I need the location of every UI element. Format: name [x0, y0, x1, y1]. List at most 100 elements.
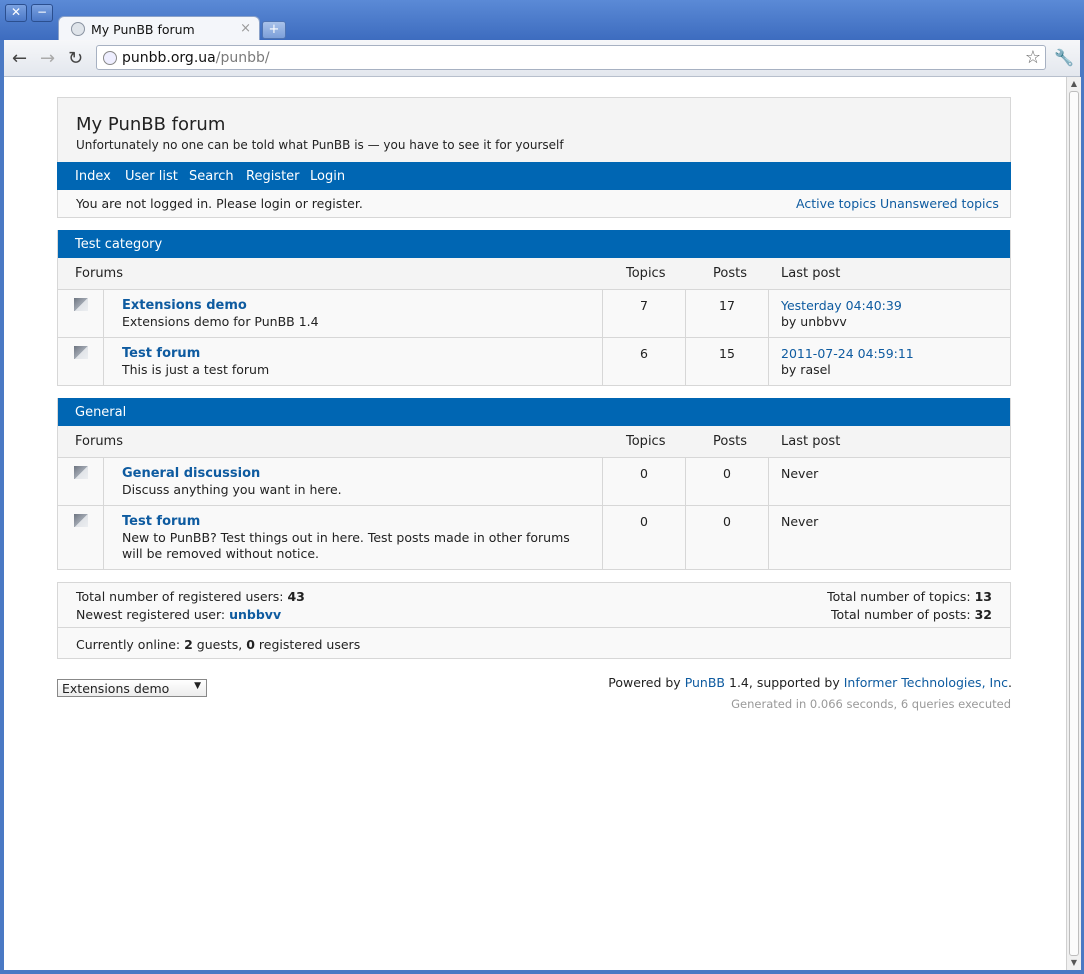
col-topics: Topics [626, 266, 666, 281]
url-text[interactable]: punbb.org.ua/punbb/ [122, 50, 270, 66]
forum-name-link[interactable]: General discussion [122, 466, 260, 481]
forum-header: My PunBB forum Unfortunately no one can … [57, 97, 1011, 162]
visit-status: You are not logged in. Please login or r… [57, 190, 1011, 218]
bookmark-star-icon[interactable]: ☆ [1025, 47, 1041, 68]
forum-title[interactable]: My PunBB forum [76, 114, 225, 135]
vertical-scrollbar[interactable]: ▲ ▼ [1066, 77, 1081, 970]
nav-user-list[interactable]: User list [125, 169, 178, 184]
category-header: General [58, 398, 1010, 426]
forum-row: Extensions demo Extensions demo for PunB… [58, 290, 1010, 338]
forum-name-link[interactable]: Test forum [122, 346, 200, 361]
page-viewport: My PunBB forum Unfortunately no one can … [4, 77, 1066, 970]
jump-to-forum-select[interactable]: Extensions demo ▼ [57, 679, 207, 697]
back-icon[interactable]: ← [12, 48, 27, 69]
col-forums: Forums [75, 434, 123, 449]
address-bar[interactable]: punbb.org.ua/punbb/ ☆ [96, 45, 1046, 70]
forum-status-icon [74, 514, 88, 527]
globe-icon [71, 22, 85, 36]
forum-description: Unfortunately no one can be told what Pu… [76, 138, 564, 152]
select-value: Extensions demo [62, 681, 170, 696]
url-path: /punbb/ [215, 50, 270, 66]
col-last-post: Last post [781, 434, 841, 449]
last-post-text: Never [781, 514, 819, 529]
forum-row: Test forum This is just a test forum 6 1… [58, 338, 1010, 385]
total-posts-stat: Total number of posts: 32 [830, 607, 992, 622]
last-post-text: Never [781, 466, 819, 481]
last-post-author: by unbbvv [781, 314, 847, 329]
tab-close-icon[interactable]: × [240, 21, 251, 36]
active-topics-link[interactable]: Active topics [796, 196, 876, 211]
last-post-link[interactable]: Yesterday 04:40:39 [781, 298, 902, 313]
forum-status-icon [74, 346, 88, 359]
url-host: punbb.org.ua [122, 50, 216, 66]
nav-register[interactable]: Register [246, 169, 300, 184]
forum-topics-count: 0 [640, 466, 648, 481]
forum-name-link[interactable]: Test forum [122, 514, 200, 529]
site-info-icon[interactable] [103, 51, 117, 65]
category-block: Test category Forums Topics Posts Last p… [57, 230, 1011, 386]
tab-title: My PunBB forum [91, 22, 195, 37]
column-header-row: Forums Topics Posts Last post [58, 426, 1010, 458]
col-posts: Posts [713, 266, 747, 281]
newest-user-stat: Newest registered user: unbbvv [76, 607, 282, 622]
scroll-up-icon[interactable]: ▲ [1069, 79, 1079, 89]
column-header-row: Forums Topics Posts Last post [58, 258, 1010, 290]
unanswered-topics-link[interactable]: Unanswered topics [880, 196, 999, 211]
browser-toolbar: ← → ↻ punbb.org.ua/punbb/ ☆ 🔧 [4, 40, 1080, 77]
page-footer: Extensions demo ▼ Powered by PunBB 1.4, … [57, 675, 1012, 735]
forward-icon[interactable]: → [40, 48, 55, 69]
punbb-link[interactable]: PunBB [685, 675, 725, 690]
browser-window: ✕ − My PunBB forum × + ← → ↻ punbb.org.u… [0, 0, 1084, 974]
new-tab-button[interactable]: + [262, 21, 286, 39]
nav-index[interactable]: Index [75, 169, 111, 184]
minimize-window-button[interactable]: − [31, 4, 53, 22]
forum-page: My PunBB forum Unfortunately no one can … [57, 97, 1012, 735]
forum-posts-count: 0 [723, 466, 731, 481]
forum-description-text: This is just a test forum [122, 362, 270, 377]
category-name: Test category [75, 237, 163, 252]
generation-info: Generated in 0.066 seconds, 6 queries ex… [731, 697, 1011, 711]
forum-status-icon [74, 298, 88, 311]
nav-search[interactable]: Search [189, 169, 234, 184]
scroll-down-icon[interactable]: ▼ [1069, 958, 1079, 968]
forum-row: Test forum New to PunBB? Test things out… [58, 506, 1010, 569]
forum-topics-count: 7 [640, 298, 648, 313]
login-status-message: You are not logged in. Please login or r… [76, 196, 363, 211]
newest-user-link[interactable]: unbbvv [229, 607, 281, 622]
col-last-post: Last post [781, 266, 841, 281]
col-posts: Posts [713, 434, 747, 449]
scroll-thumb[interactable] [1069, 91, 1079, 956]
wrench-menu-icon[interactable]: 🔧 [1054, 48, 1074, 67]
informer-link[interactable]: Informer Technologies, Inc [844, 675, 1008, 690]
dropdown-arrow-icon: ▼ [194, 681, 201, 691]
category-block: General Forums Topics Posts Last post Ge… [57, 398, 1011, 570]
board-stats: Total number of registered users: 43 New… [57, 582, 1011, 659]
forum-description-text: Discuss anything you want in here. [122, 482, 342, 497]
forum-posts-count: 0 [723, 514, 731, 529]
total-topics-stat: Total number of topics: 13 [827, 589, 992, 604]
forum-topics-count: 6 [640, 346, 648, 361]
last-post-author: by rasel [781, 362, 831, 377]
title-bar: ✕ − My PunBB forum × + [0, 0, 1084, 42]
forum-status-icon [74, 466, 88, 479]
forum-name-link[interactable]: Extensions demo [122, 298, 247, 313]
forum-description-text: Extensions demo for PunBB 1.4 [122, 314, 319, 329]
forum-posts-count: 17 [719, 298, 735, 313]
powered-by: Powered by PunBB 1.4, supported by Infor… [608, 675, 1012, 690]
main-nav: Index User list Search Register Login [57, 162, 1011, 190]
forum-topics-count: 0 [640, 514, 648, 529]
online-stat: Currently online: 2 guests, 0 registered… [76, 637, 361, 652]
category-name: General [75, 405, 127, 420]
nav-login[interactable]: Login [310, 169, 345, 184]
forum-row: General discussion Discuss anything you … [58, 458, 1010, 506]
category-header: Test category [58, 230, 1010, 258]
col-topics: Topics [626, 434, 666, 449]
registered-users-stat: Total number of registered users: 43 [76, 589, 305, 604]
forum-description-text: New to PunBB? Test things out in here. T… [122, 530, 570, 561]
browser-tab[interactable]: My PunBB forum × [58, 16, 260, 42]
reload-icon[interactable]: ↻ [68, 48, 83, 69]
col-forums: Forums [75, 266, 123, 281]
last-post-link[interactable]: 2011-07-24 04:59:11 [781, 346, 914, 361]
forum-posts-count: 15 [719, 346, 735, 361]
close-window-button[interactable]: ✕ [5, 4, 27, 22]
